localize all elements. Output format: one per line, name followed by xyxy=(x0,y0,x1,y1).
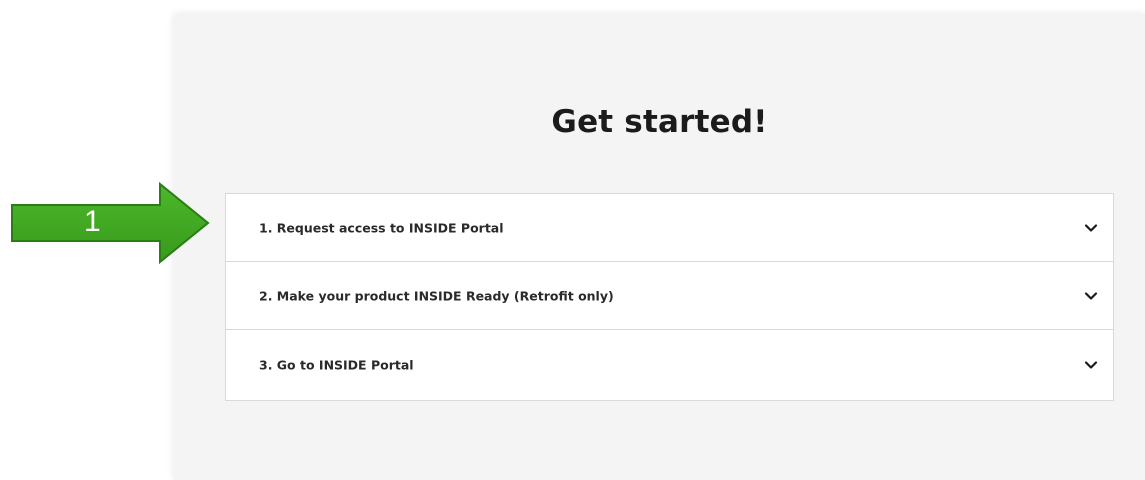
get-started-accordion: 1. Request access to INSIDE Portal 2. Ma… xyxy=(225,193,1114,401)
chevron-down-icon[interactable] xyxy=(1083,220,1099,236)
accordion-item-label: 3. Go to INSIDE Portal xyxy=(259,357,414,373)
page-title: Get started! xyxy=(551,104,768,140)
accordion-item-request-access[interactable]: 1. Request access to INSIDE Portal xyxy=(226,194,1113,262)
annotation-arrow-icon xyxy=(11,182,210,264)
accordion-item-label: 2. Make your product INSIDE Ready (Retro… xyxy=(259,288,614,303)
chevron-down-icon[interactable] xyxy=(1083,288,1099,304)
accordion-item-inside-ready[interactable]: 2. Make your product INSIDE Ready (Retro… xyxy=(226,262,1113,330)
page: Get started! 1. Request access to INSIDE… xyxy=(0,0,1145,480)
accordion-item-label: 1. Request access to INSIDE Portal xyxy=(259,220,504,235)
chevron-down-icon[interactable] xyxy=(1083,357,1099,373)
annotation-number: 1 xyxy=(84,205,101,238)
accordion-item-go-to-portal[interactable]: 3. Go to INSIDE Portal xyxy=(226,330,1113,400)
